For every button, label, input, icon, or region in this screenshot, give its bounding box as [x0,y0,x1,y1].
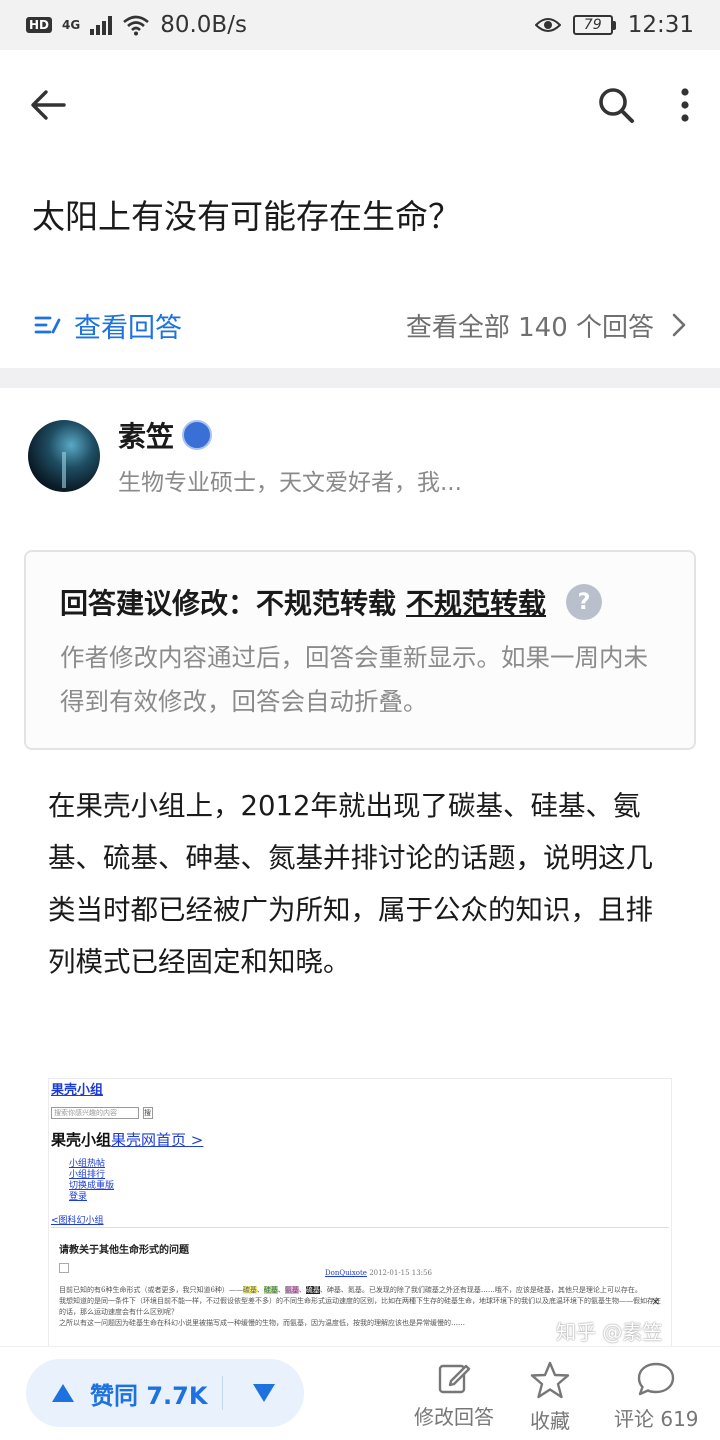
eye-icon [534,18,561,32]
embedded-broken-image-icon [59,1263,69,1273]
embedded-link-list: 小组热帖 小组排行 切换成重版 登录 [69,1159,114,1203]
question-title[interactable]: 太阳上有没有可能存在生命？ [32,192,692,242]
embedded-group-link: 果壳网首页 > [111,1131,204,1149]
view-all-answers-link[interactable]: 查看全部 140 个回答 [406,307,686,344]
wifi-icon [123,15,150,36]
moderation-notice: 回答建议修改：不规范转载 不规范转载 ? 作者修改内容通过后，回答会重新显示。如… [24,550,696,750]
back-button[interactable] [30,89,66,121]
embedded-highlight: 硅基 [263,1286,278,1294]
verified-badge-icon [182,420,213,450]
section-divider [0,368,720,388]
avatar[interactable] [28,420,100,492]
view-answers-button[interactable]: 查看回答 [34,306,182,345]
search-button[interactable] [596,85,636,125]
edit-icon [438,1364,471,1394]
notice-title-link[interactable]: 不规范转载 [406,582,546,622]
upvote-label: 赞同 7.7K [90,1381,208,1410]
embedded-post-time: 2012-01-15 13:56 [369,1269,432,1277]
embedded-site-title: 果壳小组 [51,1083,104,1098]
bottom-action-bar: 赞同 7.7K 修改回答 收藏 评论 619 [0,1346,720,1440]
embedded-text: 之所以有这一问题因为硅基生命在科幻小说里被描写成一种缓慢的生物，而氨基，因为温度… [59,1319,465,1327]
network-type: 4G [62,18,81,32]
embedded-text: 我想知道的是同一条件下（环境目前不能一样，不过假设依型差不多）的不同生命形式运动… [59,1297,661,1316]
notice-title-prefix: 回答建议修改：不规范转载 [60,587,397,620]
embedded-back-link: <图科幻小组 [51,1216,104,1226]
embedded-text: 目前已知的有6种生命形式（或者更多，我只知道6种）—— [59,1286,243,1294]
chevron-right-icon [672,313,686,337]
embedded-group-label: 果壳小组 [51,1131,112,1149]
embedded-group-heading: 果壳小组果壳网首页 > [51,1129,203,1150]
embedded-post-subject: 请教关于其他生命形式的问题 [59,1245,189,1256]
edit-answer-button[interactable]: 修改回答 [414,1361,494,1430]
author-name[interactable]: 素笠 [118,415,174,455]
network-speed: 80.0B/s [160,12,247,38]
embedded-link: 小组排行 [69,1170,106,1180]
embedded-search-button: 搜 [143,1107,153,1119]
comment-bubble-icon [638,1362,675,1396]
arrow-left-icon [31,90,66,120]
more-button[interactable] [680,87,690,123]
author-row[interactable]: 素笠 生物专业硕士，天文爱好者，我... [28,416,698,496]
comment-button[interactable]: 评论 619 [614,1361,699,1432]
embedded-link: 切换成重版 [69,1181,115,1191]
battery-icon: 79 [572,15,616,35]
favorite-button[interactable]: 收藏 [530,1361,570,1434]
vote-control: 赞同 7.7K [26,1359,304,1427]
upvote-button[interactable]: 赞同 7.7K [26,1376,222,1411]
embedded-highlight: 氨基 [284,1286,299,1294]
battery-level: 79 [572,15,613,35]
signal-icon [90,15,113,35]
embedded-link: 小组热帖 [69,1159,106,1169]
embedded-divider [51,1227,669,1228]
embedded-highlight: 碳基 [242,1286,257,1294]
triangle-down-icon [252,1384,275,1402]
embedded-post-author: DonQuixote [325,1269,367,1277]
embedded-link: 登录 [69,1192,88,1202]
view-all-label: 查看全部 140 个回答 [405,312,654,343]
embedded-text: 、砷基、氮基。已发现的除了我们碳基之外还有现基……哦不，应该是硅基，其他只是理论… [319,1286,642,1294]
help-icon[interactable]: ? [566,584,603,620]
close-icon: × [651,1295,661,1308]
clock: 12:31 [627,12,694,38]
author-bio: 生物专业硕士，天文爱好者，我... [118,470,462,496]
embedded-highlight: 硫基 [305,1286,320,1294]
answer-image[interactable]: 果壳小组 搜索你感兴趣的内容 搜 果壳小组果壳网首页 > 小组热帖 小组排行 切… [48,1078,672,1350]
favorite-label: 收藏 [530,1409,570,1433]
more-vertical-icon [681,88,689,122]
downvote-button[interactable] [223,1382,304,1404]
list-icon [34,316,61,334]
embedded-post-meta: DonQuixote 2012-01-15 13:56 [325,1269,432,1277]
star-icon [530,1361,570,1399]
triangle-up-icon [52,1384,74,1402]
comment-label: 评论 619 [614,1407,699,1431]
edit-answer-label: 修改回答 [414,1405,494,1429]
answer-body: 在果壳小组上，2012年就出现了碳基、硅基、氨基、硫基、砷基、氮基并排讨论的话题… [48,790,653,978]
embedded-search-field: 搜索你感兴趣的内容 [51,1107,139,1119]
status-bar: HD 4G 80.0B/s 79 12:31 [0,0,720,50]
watermark: 知乎 @素笠 [556,1320,663,1344]
answer-bar: 查看回答 查看全部 140 个回答 [0,290,720,360]
search-icon [599,88,634,123]
notice-title: 回答建议修改：不规范转载 不规范转载 ? [60,582,660,622]
view-answers-label: 查看回答 [74,312,182,344]
top-bar [0,50,720,160]
notice-body: 作者修改内容通过后，回答会重新显示。如果一周内未得到有效修改，回答会自动折叠。 [60,643,648,716]
hd-badge: HD [26,17,53,33]
